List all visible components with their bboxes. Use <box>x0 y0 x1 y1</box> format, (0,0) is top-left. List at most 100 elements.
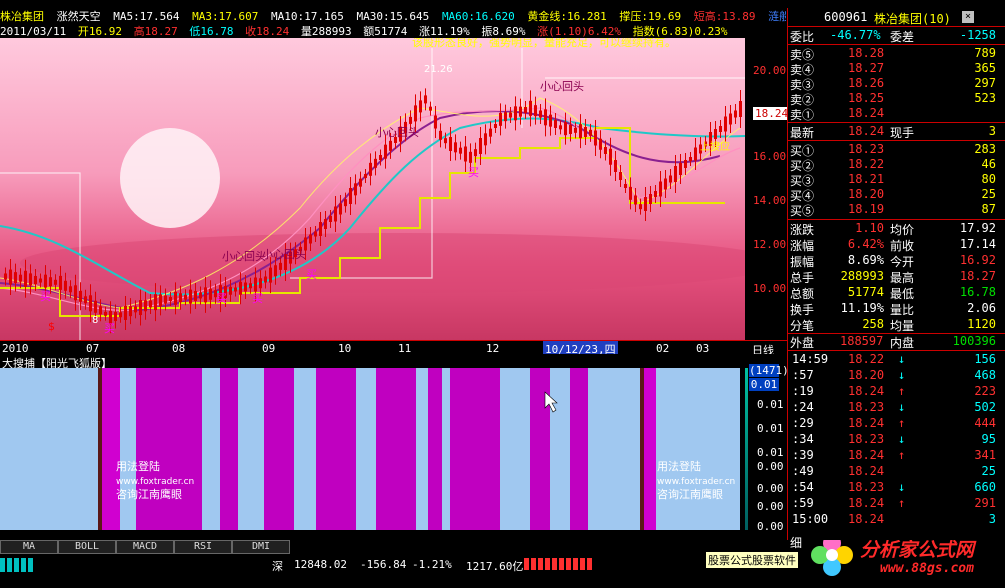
software-ad[interactable]: 股票公式股票软件 <box>706 552 798 568</box>
candle-body <box>314 231 317 237</box>
signal-xiao-2: 小心回头 <box>540 80 584 93</box>
candle-body <box>549 114 552 127</box>
y-tick-5: 12.00 <box>753 238 787 251</box>
tab-ma[interactable]: MA <box>0 540 58 554</box>
indicator-bar <box>0 368 98 530</box>
candle-body <box>639 204 642 210</box>
close-icon[interactable]: × <box>962 11 974 23</box>
stat-label-2: 最低 <box>890 287 915 301</box>
stat-label: 分笔 <box>790 319 815 333</box>
tick-volume: 223 <box>974 384 996 398</box>
signal-buy-6: 买 <box>468 166 479 179</box>
tick-price: 18.22 <box>848 352 885 366</box>
candle-body <box>619 172 622 180</box>
stat-label: 总手 <box>790 271 815 285</box>
candle-body <box>29 273 32 286</box>
tick-row: 14:59 18.22 ↓ 156 <box>788 352 1005 368</box>
tick-volume: 341 <box>974 448 996 462</box>
tick-price: 18.24 <box>848 416 885 430</box>
signal-buy-5: 买 <box>306 268 317 281</box>
stat-label: 涨幅 <box>790 239 815 253</box>
tab-dmi[interactable]: DMI <box>232 540 290 554</box>
tick-time: :39 <box>792 448 814 462</box>
tick-time: :57 <box>792 368 814 382</box>
indicator-bar <box>120 368 136 530</box>
index-pct: -1.21% <box>412 558 452 571</box>
candle-body <box>454 142 457 153</box>
tick-row: :49 18.24 25 <box>788 464 1005 480</box>
candle-body <box>234 287 237 292</box>
divider-bar-left <box>98 368 102 530</box>
dollar-signal: $ <box>48 320 55 333</box>
tick-price: 18.24 <box>848 496 885 510</box>
indicator-bar <box>450 368 500 530</box>
bar-rise: 涨(1.10)6.42% <box>537 25 621 37</box>
up-arrow-icon: ↑ <box>898 496 906 510</box>
indicator-bar <box>656 368 740 530</box>
index-value: 12848.02 <box>294 558 347 571</box>
candle-body <box>69 286 72 293</box>
candle-body <box>729 113 732 125</box>
candle-body <box>554 120 557 128</box>
gold-line-value: 黄金线:16.281 <box>527 10 607 22</box>
candle-body <box>239 281 242 295</box>
shangsuo-label: 上搜应 <box>700 140 730 153</box>
candle-body <box>164 295 167 304</box>
candle-body <box>329 216 332 222</box>
watermark-url: www.88gs.com <box>880 561 974 576</box>
signal-xiao-4: 小心回头 <box>262 248 306 261</box>
candle-body <box>569 125 572 134</box>
cloud-graphic <box>20 233 745 293</box>
bar-amount: 额51774 <box>363 25 408 37</box>
sell-row-2: 卖② 18.25 523 <box>788 91 1005 107</box>
indicator-bar <box>570 368 588 530</box>
candle-body <box>64 280 67 291</box>
tick-volume: 25 <box>981 464 996 478</box>
candle-body <box>604 147 607 154</box>
stat-label-2: 均量 <box>890 319 915 333</box>
tick-volume: 3 <box>988 512 996 526</box>
price-chart[interactable]: 该股形态良好，强势明显，量能充足，可以继续持有。 21.26 小心回头 小心回头… <box>0 38 745 340</box>
candle-body <box>609 148 612 165</box>
tick-price: 18.24 <box>848 512 885 526</box>
tab-macd[interactable]: MACD <box>116 540 174 554</box>
candle-body <box>359 178 362 187</box>
sell-price: 18.27 <box>848 61 885 75</box>
annotation-text: 该股形态良好，强势明显，量能充足，可以继续持有。 <box>412 38 676 49</box>
tick-row: :54 18.23 ↓ 660 <box>788 480 1005 496</box>
tick-row: :57 18.20 ↓ 468 <box>788 368 1005 384</box>
candle-body <box>719 126 722 132</box>
buy-volume: 46 <box>981 157 996 171</box>
stat-label: 涨跌 <box>790 223 815 237</box>
detail-label[interactable]: 细 <box>790 534 802 551</box>
candle-body <box>19 274 22 282</box>
app-window: 株冶集团 涨然天空 MA5:17.564 MA3:17.607 MA10:17.… <box>0 0 1005 588</box>
divider-bar-right <box>640 368 644 530</box>
tick-time: :54 <box>792 480 814 494</box>
buy-label: 买⑤ <box>790 204 815 218</box>
candle-body <box>414 105 417 122</box>
up-arrow-icon: ↑ <box>898 416 906 430</box>
bar-date: 2011/03/11 <box>0 25 67 37</box>
indicator-value: 0.01 <box>749 378 779 391</box>
candle-body <box>424 95 427 104</box>
candle-body <box>74 285 77 301</box>
candle-body <box>714 129 717 139</box>
sell-volume: 365 <box>974 61 996 75</box>
tab-boll[interactable]: BOLL <box>58 540 116 554</box>
candle-body <box>564 122 567 136</box>
candle-body <box>139 300 142 316</box>
indicator-bar <box>136 368 202 530</box>
last-row: 最新 18.24 现手 3 <box>788 124 1005 140</box>
now-value: 3 <box>988 124 996 138</box>
candle-body <box>149 300 152 308</box>
candle-body <box>469 151 472 163</box>
sell-volume: 297 <box>974 76 996 90</box>
candle-body <box>99 306 102 315</box>
bar-amplitude: 振8.69% <box>481 25 526 37</box>
tab-rsi[interactable]: RSI <box>174 540 232 554</box>
candle-body <box>379 155 382 160</box>
ma5-value: MA5:17.564 <box>113 10 180 22</box>
indicator-panel[interactable]: 用法登陆 www.foxtrader.cn 咨询江南鹰眼 用法登陆 www.fo… <box>0 368 745 530</box>
candle-body <box>319 222 322 236</box>
